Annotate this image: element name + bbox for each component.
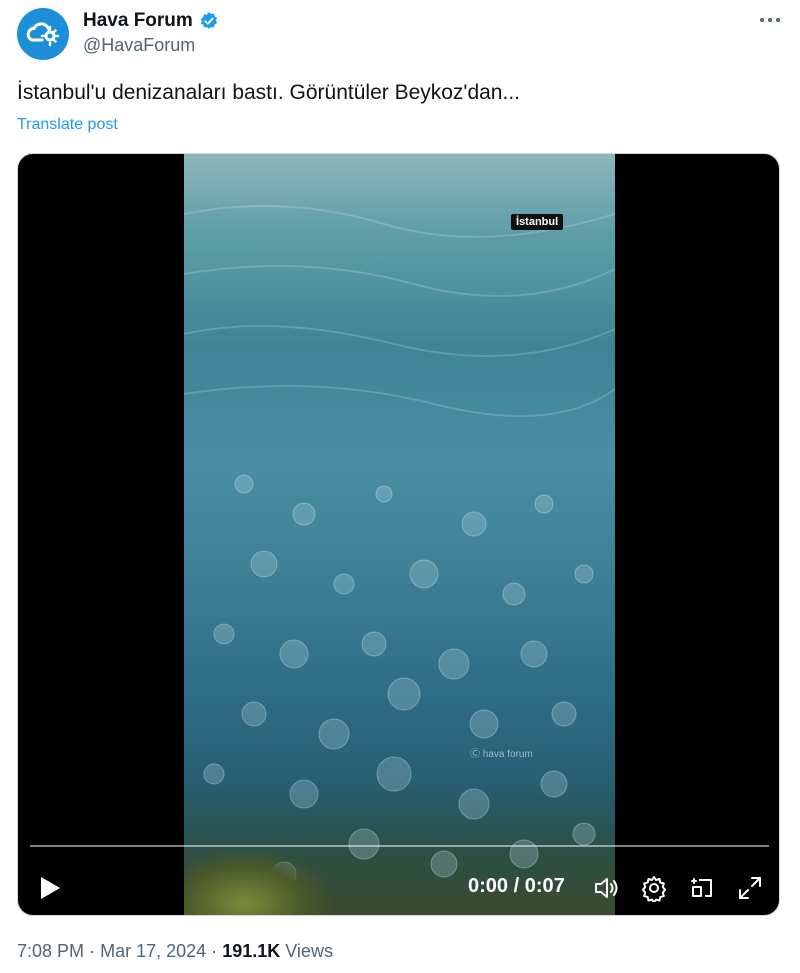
settings-icon[interactable] — [640, 874, 668, 902]
author-name-row[interactable]: Hava Forum — [83, 10, 219, 32]
seagrass-area — [184, 847, 334, 915]
meta-separator: · — [89, 941, 96, 961]
verified-badge-icon — [200, 12, 217, 29]
author-handle[interactable]: @HavaForum — [83, 35, 195, 56]
views-label: Views — [285, 941, 333, 961]
video-time: 0:00 / 0:07 — [468, 875, 565, 897]
volume-icon[interactable] — [592, 874, 620, 902]
translate-post-link[interactable]: Translate post — [17, 116, 118, 134]
author-display-name[interactable]: Hava Forum — [83, 10, 193, 32]
fullscreen-icon[interactable] — [736, 874, 764, 902]
avatar[interactable] — [17, 8, 69, 60]
jellyfish-texture — [184, 205, 615, 887]
video-player[interactable]: İstanbul Ⓒ hava forum 0:00 / 0:07 — [17, 153, 780, 916]
post-meta: 7:08 PM · Mar 17, 2024 · 191.1K Views — [17, 941, 333, 962]
video-progress-bar[interactable] — [30, 845, 769, 847]
views-count: 191.1K — [222, 941, 281, 961]
post-time[interactable]: 7:08 PM — [17, 941, 84, 961]
video-watermark: Ⓒ hava forum — [470, 749, 533, 760]
pip-icon[interactable] — [688, 874, 716, 902]
play-icon[interactable] — [37, 874, 63, 902]
video-frame[interactable]: İstanbul Ⓒ hava forum — [184, 154, 615, 915]
cloud-sun-icon — [26, 22, 60, 47]
more-options-icon[interactable] — [754, 8, 786, 32]
meta-separator: · — [211, 941, 218, 961]
location-tag: İstanbul — [511, 214, 564, 230]
post-date[interactable]: Mar 17, 2024 — [100, 941, 206, 961]
post-text: İstanbul'u denizanaları bastı. Görüntüle… — [17, 81, 520, 104]
